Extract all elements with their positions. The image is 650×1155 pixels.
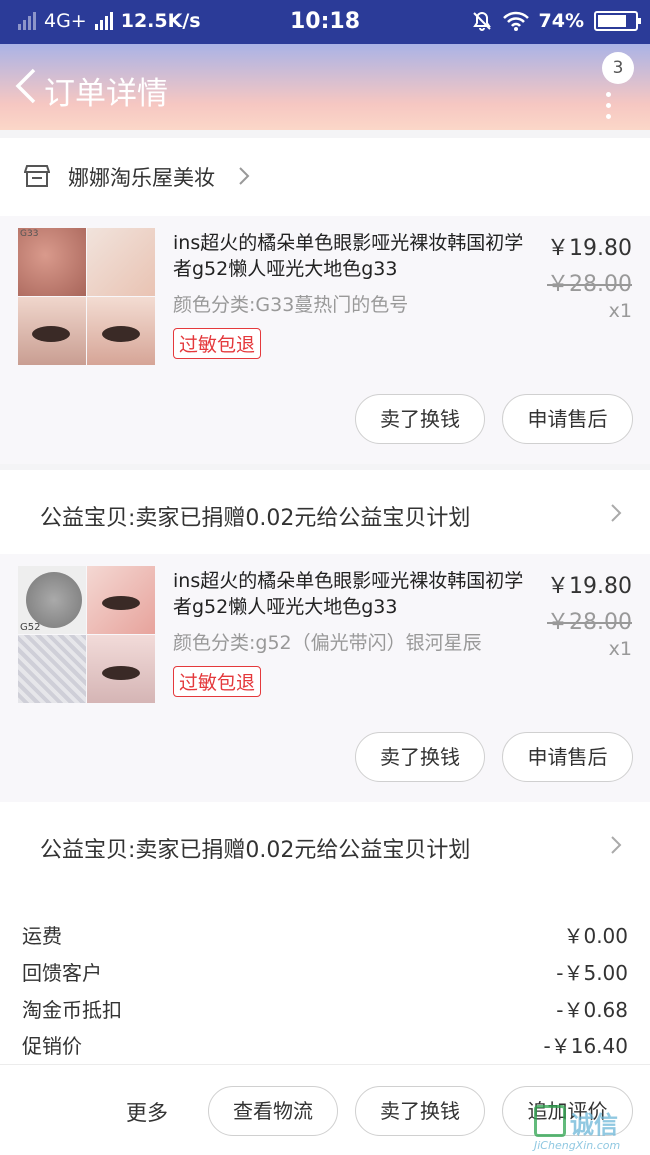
sell-button[interactable]: 卖了换钱 <box>355 1086 485 1136</box>
view-logistics-button[interactable]: 查看物流 <box>208 1086 338 1136</box>
sell-button[interactable]: 卖了换钱 <box>355 732 485 782</box>
product-price: ￥19.80 <box>547 574 632 599</box>
product-title[interactable]: ins超火的橘朵单色眼影哑光裸妆韩国初学者g52懒人哑光大地色g33 <box>173 230 533 282</box>
eyeshadow-pan-image <box>26 572 82 628</box>
summary-value: -￥5.00 <box>556 961 628 985</box>
product-title[interactable]: ins超火的橘朵单色眼影哑光裸妆韩国初学者g52懒人哑光大地色g33 <box>173 568 533 620</box>
summary-value: -￥16.40 <box>543 1034 628 1058</box>
thumb-caption: G52 <box>20 622 41 633</box>
product-thumbnail[interactable]: G52 <box>18 566 155 703</box>
battery-icon <box>594 11 641 31</box>
back-arrow-icon[interactable] <box>12 66 42 106</box>
watermark-url: JiChengXin.com <box>534 1139 621 1152</box>
notification-badge[interactable]: 3 <box>602 52 634 84</box>
eye-image <box>102 596 140 610</box>
summary-value: ￥0.00 <box>563 924 628 948</box>
summary-label: 运费 <box>22 924 62 948</box>
original-price: ￥28.00 <box>547 272 632 297</box>
allergy-return-badge: 过敏包退 <box>173 328 262 359</box>
summary-value: -￥0.68 <box>556 998 628 1022</box>
after-sale-button[interactable]: 申请售后 <box>502 732 633 782</box>
header: 订单详情 3 <box>0 44 650 130</box>
thumb-caption: G33 <box>20 229 39 239</box>
product-sku: 颜色分类:g52（偏光带闪）银河星辰 <box>173 632 482 654</box>
chevron-right-icon <box>611 836 622 854</box>
summary-label: 回馈客户 <box>22 961 102 985</box>
page-title: 订单详情 <box>44 76 168 112</box>
order-item[interactable]: G33 ins超火的橘朵单色眼影哑光裸妆韩国初学者g52懒人哑光大地色g33 颜… <box>0 216 650 464</box>
summary-label: 促销价 <box>22 1034 82 1058</box>
eye-image <box>102 666 140 680</box>
original-price: ￥28.00 <box>547 610 632 635</box>
order-summary: 运费 ￥0.00 回馈客户 -￥5.00 淘金币抵扣 -￥0.68 促销价 -￥… <box>0 888 650 1064</box>
summary-row-coins: 淘金币抵扣 -￥0.68 <box>22 994 628 1023</box>
bottom-action-bar: 更多 查看物流 卖了换钱 追加评价 诚信 JiChengXin.com <box>0 1064 650 1155</box>
product-sku: 颜色分类:G33蔓热门的色号 <box>173 294 409 316</box>
summary-row-feedback: 回馈客户 -￥5.00 <box>22 957 628 986</box>
store-icon <box>24 165 50 187</box>
more-link[interactable]: 更多 <box>126 1097 168 1127</box>
eye-image <box>32 326 70 342</box>
watermark-brand: 诚信 <box>570 1111 618 1139</box>
battery-percent: 74% <box>538 10 584 32</box>
quantity: x1 <box>608 638 632 660</box>
chevron-right-icon <box>239 167 250 185</box>
shop-row[interactable]: 娜娜淘乐屋美妆 <box>0 138 650 216</box>
more-menu-icon[interactable] <box>606 92 612 125</box>
mute-bell-icon <box>472 11 491 31</box>
product-thumbnail[interactable]: G33 <box>18 228 155 365</box>
product-price: ￥19.80 <box>547 236 632 261</box>
watermark-logo: 诚信 JiChengXin.com <box>534 1105 642 1153</box>
summary-label: 淘金币抵扣 <box>22 998 122 1022</box>
quantity: x1 <box>608 300 632 322</box>
status-bar: 4G+ 12.5K/s 10:18 74% <box>0 0 650 44</box>
charity-text: 公益宝贝:卖家已捐赠0.02元给公益宝贝计划 <box>40 506 471 531</box>
charity-text: 公益宝贝:卖家已捐赠0.02元给公益宝贝计划 <box>40 838 471 863</box>
sell-button[interactable]: 卖了换钱 <box>355 394 485 444</box>
eye-image <box>102 326 140 342</box>
after-sale-button[interactable]: 申请售后 <box>502 394 633 444</box>
allergy-return-badge: 过敏包退 <box>173 666 262 697</box>
order-item[interactable]: G52 ins超火的橘朵单色眼影哑光裸妆韩国初学者g52懒人哑光大地色g33 颜… <box>0 554 650 802</box>
wifi-icon <box>502 11 529 31</box>
charity-row[interactable]: 公益宝贝:卖家已捐赠0.02元给公益宝贝计划 <box>0 802 650 888</box>
chevron-right-icon <box>611 504 622 522</box>
watermark-mark-icon <box>534 1105 566 1137</box>
shop-name: 娜娜淘乐屋美妆 <box>68 166 215 190</box>
summary-row-shipping: 运费 ￥0.00 <box>22 920 628 949</box>
charity-row[interactable]: 公益宝贝:卖家已捐赠0.02元给公益宝贝计划 <box>0 470 650 556</box>
summary-row-promo: 促销价 -￥16.40 <box>22 1030 628 1059</box>
